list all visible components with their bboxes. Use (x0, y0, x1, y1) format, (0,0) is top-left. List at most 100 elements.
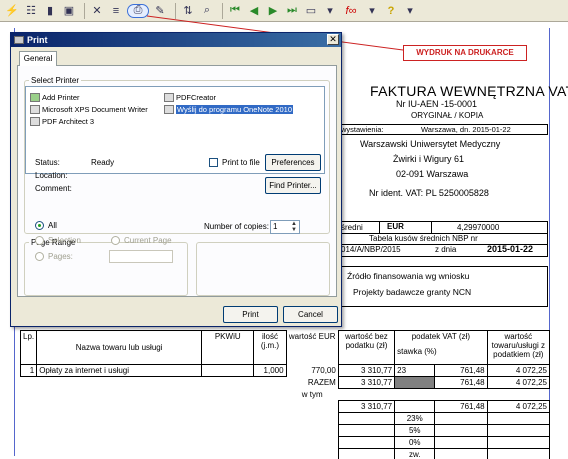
issued-row: wystawienia: Warszawa, dn. 2015-01-22 (338, 124, 548, 135)
currency: EUR (387, 222, 404, 231)
date-label: z dnia (435, 245, 457, 254)
breakdown-gross (486, 412, 551, 425)
printer-item[interactable]: Microsoft XPS Document Writer (30, 105, 148, 114)
razem-net: 3 310,77 (337, 376, 396, 389)
print-button[interactable]: Print (223, 306, 278, 323)
range-selection-radio[interactable] (35, 236, 44, 245)
printer-icon (30, 105, 40, 114)
vat-id: Nr ident. VAT: PL 5250005828 (369, 188, 489, 198)
printer-item-selected[interactable]: Wyślij do programu OneNote 2010 (164, 105, 293, 114)
header-vat-rate: stawka (%) (397, 347, 437, 356)
breakdown-rate: 23% (394, 412, 436, 425)
wtym-row: w tym (21, 389, 550, 401)
row-lp: 1 (19, 364, 38, 377)
dropdown-icon[interactable]: ▾ (364, 3, 380, 19)
breakdown-net (337, 436, 396, 449)
tab-general[interactable]: General (19, 51, 57, 66)
header-pkwiu: PKWiU (201, 330, 255, 365)
breakdown-rate: 0% (394, 436, 436, 449)
seller-line: Żwirki i Wigury 61 (393, 154, 465, 164)
razem-label: RAZEM (307, 377, 336, 387)
last-page-icon[interactable]: ⏭ (284, 3, 300, 19)
cancel-button[interactable]: Cancel (283, 306, 338, 323)
pages-input[interactable] (109, 250, 173, 263)
toolbar-separator (84, 2, 85, 19)
breakdown-rate: 5% (394, 424, 436, 437)
header-vat-text: podatek VAT (zł) (411, 332, 470, 341)
range-current-page-label: Current Page (124, 236, 172, 245)
tools-icon[interactable]: ⚡ (4, 3, 20, 19)
dialog-titlebar[interactable]: Print (11, 33, 341, 47)
printer-item[interactable]: PDFCreator (164, 93, 216, 102)
dropdown-icon[interactable]: ▾ (322, 3, 338, 19)
printer-name: Add Printer (42, 93, 80, 102)
financing-box: Źródło finansowania wg wniosku Projekty … (338, 266, 548, 307)
printer-item[interactable]: PDF Architect 3 (30, 117, 94, 126)
exchange-rate-box: średni EUR 4,29970000 Tabela kusów średn… (338, 221, 548, 257)
printer-icon (30, 117, 40, 126)
range-pages-radio[interactable] (35, 252, 44, 261)
printer-item[interactable]: Add Printer (30, 93, 80, 102)
status-value: Ready (91, 158, 115, 167)
header-value: wartość EUR (285, 330, 339, 365)
bookmark-icon[interactable]: ▮ (42, 3, 58, 19)
help-icon[interactable]: ? (383, 3, 399, 19)
seller-line: 02-091 Warszawa (396, 169, 469, 179)
range-current-page-radio[interactable] (111, 236, 120, 245)
header-name: Nazwa towaru lub usługi (36, 330, 203, 365)
print-callout-label: WYDRUK NA DRUKARCE (403, 45, 527, 61)
preferences-button[interactable]: Preferences (265, 154, 321, 171)
comment-label: Comment: (35, 184, 72, 193)
list-icon[interactable]: ☷ (23, 3, 39, 19)
row-name: Opłaty za internet i usługi (36, 364, 203, 377)
dialog-title: Print (27, 35, 48, 45)
breakdown-vat (434, 412, 488, 425)
breakdown-net (337, 448, 396, 459)
range-all-radio[interactable] (35, 221, 44, 230)
nbp-table-label: Tabela kusów średnich NBP nr (369, 234, 478, 243)
print-dialog: Print ✕ General Select Printer Page Rang… (10, 32, 342, 327)
breakdown-rate: zw. (394, 448, 436, 459)
razem-gross: 4 072,25 (486, 376, 551, 389)
nbp-table-number: 014/A/NBP/2015 (341, 245, 401, 254)
close-icon[interactable]: ✕ (327, 34, 339, 45)
row-rate: 23 (394, 364, 436, 377)
spinner-arrows-icon[interactable]: ▲ ▼ (291, 221, 297, 233)
header-net-text: wartość bez podatku (zł) (345, 332, 388, 350)
breakdown-vat (434, 448, 488, 459)
row-gross: 4 072,25 (486, 364, 551, 377)
spacer-cell (21, 437, 339, 449)
row-pkwiu (201, 364, 255, 377)
sort-icon[interactable]: ⇅ (180, 3, 196, 19)
page-range-group: Page Range (24, 238, 188, 296)
export-icon[interactable]: ≡ (108, 3, 124, 19)
seller-line: Warszawski Uniwersytet Medyczny (360, 139, 501, 149)
print-icon[interactable]: ⎙ (127, 3, 149, 18)
printer-name: PDFCreator (176, 93, 217, 102)
toolbar-separator (175, 2, 176, 19)
search-icon[interactable]: ⌕ (199, 3, 215, 19)
select-printer-legend: Select Printer (31, 76, 80, 85)
page-setup-icon[interactable]: ✎ (152, 3, 168, 19)
table-header-row: Lp. Nazwa towaru lub usługi PKWiU ilość … (19, 330, 551, 365)
printer-icon (164, 105, 174, 114)
range-selection-label: Selection (48, 236, 81, 245)
issued-label: wystawienia: (341, 125, 384, 134)
print-to-file-checkbox[interactable] (209, 158, 218, 167)
next-page-icon[interactable]: ▶ (265, 3, 281, 19)
rate-label: średni (341, 223, 363, 232)
breakdown-net (337, 424, 396, 437)
first-page-icon[interactable]: ⏮ (227, 3, 243, 19)
financing-line: Źródło finansowania wg wniosku (347, 271, 470, 281)
printer-name: Microsoft XPS Document Writer (42, 105, 148, 114)
dropdown-icon[interactable]: ▾ (402, 3, 418, 19)
find-printer-button[interactable]: Find Printer... (265, 177, 321, 194)
page-icon[interactable]: ▭ (303, 3, 319, 19)
items-table: Lp. Nazwa towaru lub usługi PKWiU ilość … (19, 330, 551, 459)
formula-icon[interactable]: f∞ (341, 3, 361, 19)
prev-page-icon[interactable]: ◀ (246, 3, 262, 19)
close-report-icon[interactable]: ✕ (89, 3, 105, 19)
save-icon[interactable]: ▣ (61, 3, 77, 19)
spacer-cell (21, 449, 339, 459)
copies-label: Number of copies: (204, 222, 269, 231)
